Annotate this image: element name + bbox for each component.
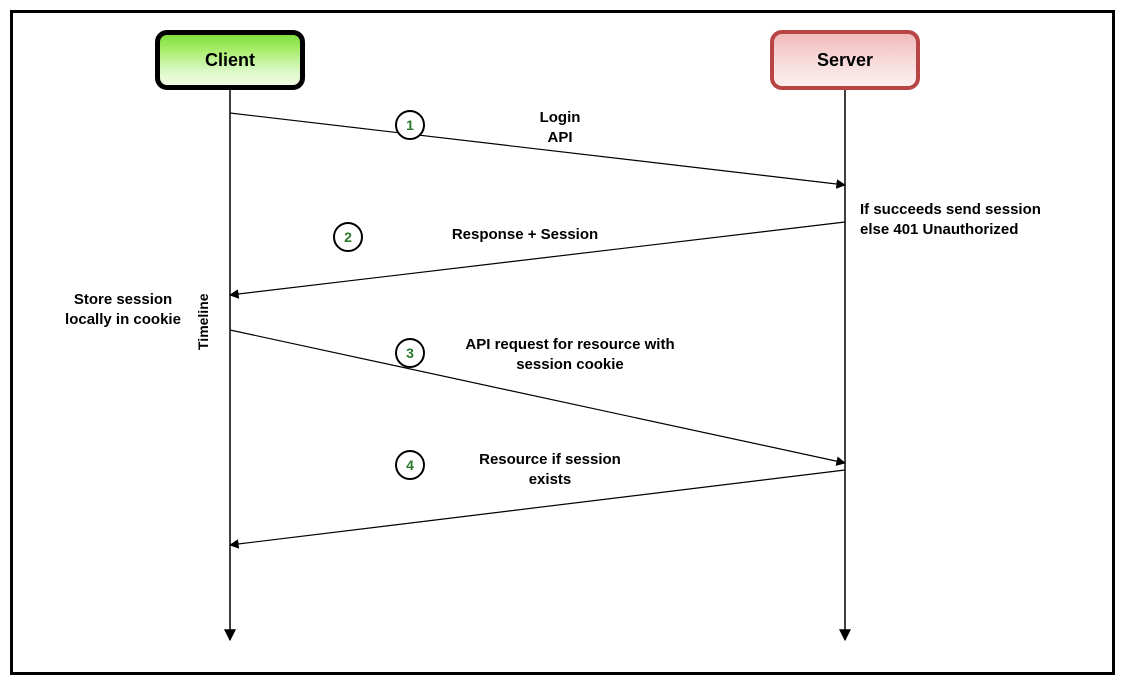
server-note: If succeeds send session else 401 Unauth… [860,200,1070,239]
step-1-label: Login API [490,108,630,147]
step-3-number: 3 [406,345,414,361]
server-label: Server [817,50,873,71]
step-4-label: Resource if session exists [440,450,660,489]
step-4-badge: 4 [395,450,425,480]
server-participant: Server [770,30,920,90]
timeline-label: Timeline [195,293,211,350]
client-participant: Client [155,30,305,90]
step-3-badge: 3 [395,338,425,368]
client-label: Client [205,50,255,71]
client-note: Store session locally in cookie [48,290,198,329]
step-1-number: 1 [406,117,414,133]
diagram-canvas: Client Server 1 Login API 2 Response + S… [0,0,1125,685]
step-3-label: API request for resource with session co… [440,335,700,374]
step-2-badge: 2 [333,222,363,252]
step-4-number: 4 [406,457,414,473]
step-1-badge: 1 [395,110,425,140]
step-2-number: 2 [344,229,352,245]
step-2-label: Response + Session [400,225,650,245]
